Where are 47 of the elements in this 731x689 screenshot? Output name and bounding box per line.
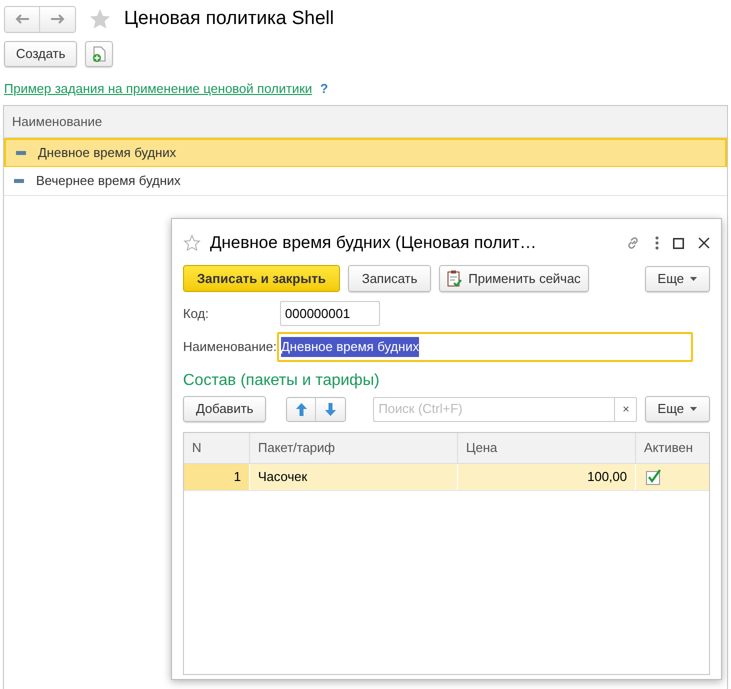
down-arrow-icon: [325, 402, 336, 416]
maximize-icon[interactable]: [673, 238, 684, 248]
item-icon: [14, 179, 24, 183]
column-header[interactable]: N: [184, 433, 250, 463]
table-cell: 1: [184, 464, 250, 490]
add-button[interactable]: Добавить: [183, 396, 266, 422]
search-field[interactable]: Поиск (Ctrl+F) ×: [373, 396, 638, 422]
more-button[interactable]: Еще: [644, 266, 710, 292]
text-field[interactable]: Дневное время будних: [277, 332, 693, 362]
up-arrow-icon: [296, 402, 307, 416]
list-row[interactable]: Вечернее время будних: [4, 167, 727, 196]
save-and-close-button[interactable]: Записать и закрыть: [183, 265, 340, 292]
row-name: Вечернее время будних: [36, 172, 181, 190]
field-label: Наименование:: [183, 338, 277, 356]
new-document-icon: [92, 46, 106, 62]
left-arrow-icon: [15, 14, 29, 24]
list-row[interactable]: Дневное время будних: [4, 138, 727, 167]
clear-button[interactable]: ×: [614, 398, 636, 420]
checkbox[interactable]: [646, 469, 662, 485]
right-arrow-icon: [50, 14, 64, 24]
more-button[interactable]: Еще: [644, 396, 710, 422]
window-title: Ценовая политика Shell: [124, 7, 334, 31]
table-cell: Часочек: [250, 464, 458, 490]
caret-icon: [690, 407, 697, 411]
column-header[interactable]: Цена: [458, 433, 636, 463]
help-mark[interactable]: ?: [320, 78, 328, 98]
caret-icon: [690, 276, 697, 280]
section-title: Состав (пакеты и тарифы): [183, 371, 380, 391]
row-name: Дневное время будних: [38, 144, 176, 162]
more-options-icon[interactable]: [655, 236, 659, 250]
column-header[interactable]: Наименование: [4, 106, 110, 137]
close-icon[interactable]: [698, 237, 710, 249]
new-document-button[interactable]: [85, 40, 114, 66]
dialog-title: Дневное время будних (Ценовая полит…: [210, 232, 537, 254]
item-icon: [16, 151, 26, 155]
field-label: Код:: [183, 304, 210, 323]
save-button[interactable]: Записать: [348, 265, 432, 292]
table-cell: 100,00: [458, 464, 636, 490]
apply-now-button[interactable]: Применить сейчас: [439, 265, 589, 292]
text-field[interactable]: 000000001: [280, 301, 380, 326]
create-button[interactable]: Создать: [4, 40, 78, 66]
table-row[interactable]: 1 Часочек 100,00: [184, 464, 709, 491]
clipboard-check-icon: [447, 270, 462, 287]
star-icon[interactable]: [183, 234, 201, 252]
column-header[interactable]: Пакет/тариф: [250, 433, 458, 463]
column-header[interactable]: Активен: [636, 433, 709, 463]
help-link[interactable]: Пример задания на применение ценовой политики: [4, 78, 312, 98]
